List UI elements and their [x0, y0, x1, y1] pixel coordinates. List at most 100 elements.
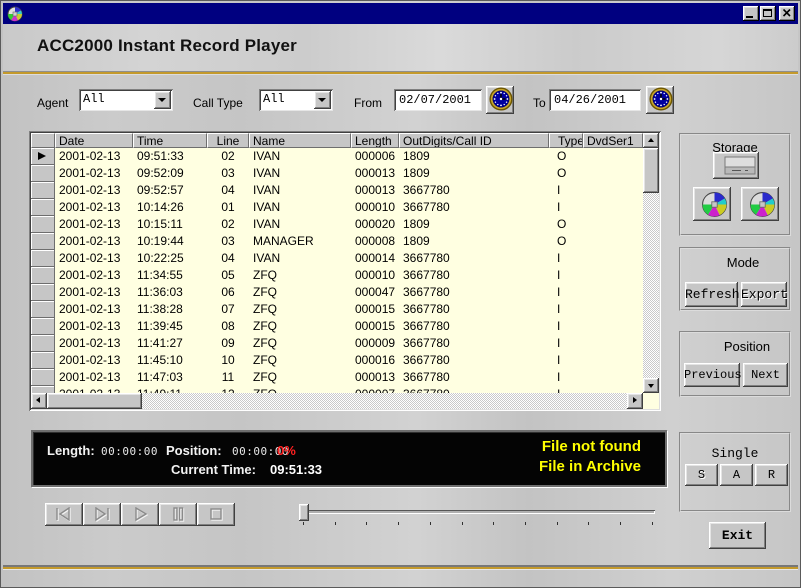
exit-button[interactable]: Exit — [709, 522, 766, 549]
cell: 09:52:57 — [133, 182, 207, 199]
cell: I — [549, 318, 583, 335]
row-selector[interactable] — [31, 386, 55, 393]
table-row[interactable]: 2001-02-1310:15:1102IVAN0000201809O — [31, 216, 643, 233]
table-row[interactable]: 2001-02-1310:19:4403MANAGER0000081809O — [31, 233, 643, 250]
cell — [583, 250, 643, 267]
scroll-down-button[interactable] — [643, 378, 659, 393]
table-row[interactable]: 2001-02-1309:52:5704IVAN0000133667780I — [31, 182, 643, 199]
cell: 09:52:09 — [133, 165, 207, 182]
cd-drive-1-button[interactable] — [693, 187, 731, 221]
table-row[interactable]: 2001-02-1311:41:2709ZFQ0000093667780I — [31, 335, 643, 352]
from-date-field[interactable]: 02/07/2001 — [394, 89, 482, 111]
cell: 06 — [207, 284, 249, 301]
single-s-button[interactable]: S — [685, 464, 718, 486]
table-row[interactable]: 2001-02-1311:34:5505ZFQ0000103667780I — [31, 267, 643, 284]
row-selector[interactable] — [31, 165, 55, 182]
slider-thumb[interactable] — [299, 504, 309, 521]
table-row[interactable]: 2001-02-1310:14:2601IVAN0000103667780I — [31, 199, 643, 216]
scroll-left-button[interactable] — [31, 393, 47, 409]
length-label: Length: — [47, 443, 95, 458]
cell: 000009 — [351, 335, 399, 352]
table-row[interactable]: 2001-02-1309:52:0903IVAN0000131809O — [31, 165, 643, 182]
cell: I — [549, 182, 583, 199]
previous-button[interactable]: Previous — [684, 363, 740, 387]
cell: 04 — [207, 182, 249, 199]
call-type-dropdown-button[interactable] — [314, 91, 331, 109]
row-selector[interactable] — [31, 352, 55, 369]
single-a-button[interactable]: A — [720, 464, 753, 486]
table-row[interactable]: 2001-02-1309:51:3302IVAN0000061809O — [31, 148, 643, 165]
column-header-line[interactable]: Line — [207, 133, 249, 148]
transport-controls — [45, 503, 235, 526]
row-selector[interactable] — [31, 301, 55, 318]
cell: 03 — [207, 165, 249, 182]
table-row[interactable]: 2001-02-1311:38:2807ZFQ0000153667780I — [31, 301, 643, 318]
next-button[interactable]: Next — [743, 363, 788, 387]
cd-drive-2-button[interactable] — [741, 187, 779, 221]
cell: ZFQ — [249, 301, 351, 318]
playback-display: Length: 00:00:00 Position: 00:00:00 0% F… — [31, 430, 667, 487]
scroll-right-button[interactable] — [627, 393, 643, 409]
call-type-dropdown[interactable]: All — [259, 89, 333, 111]
play-button[interactable] — [121, 503, 159, 526]
table-row[interactable]: 2001-02-1311:39:4508ZFQ0000153667780I — [31, 318, 643, 335]
horizontal-scroll-thumb[interactable] — [47, 393, 142, 409]
agent-dropdown[interactable]: All — [79, 89, 173, 111]
row-selector[interactable] — [31, 199, 55, 216]
maximize-button[interactable] — [760, 6, 776, 21]
seek-slider[interactable] — [297, 503, 657, 525]
hard-drive-button[interactable] — [713, 152, 759, 179]
column-header-dvdser1[interactable]: DvdSer1 — [583, 133, 643, 148]
pause-button[interactable] — [159, 503, 197, 526]
row-selector[interactable] — [31, 148, 55, 165]
table-row[interactable]: 2001-02-1310:22:2504IVAN0000143667780I — [31, 250, 643, 267]
row-selector[interactable] — [31, 318, 55, 335]
row-selector[interactable] — [31, 233, 55, 250]
agent-dropdown-button[interactable] — [154, 91, 171, 109]
cell: 2001-02-13 — [55, 165, 133, 182]
column-header-type[interactable]: Type — [549, 133, 583, 148]
cell: I — [549, 250, 583, 267]
single-r-button[interactable]: R — [755, 464, 788, 486]
skip-forward-button[interactable] — [83, 503, 121, 526]
close-button[interactable] — [779, 6, 795, 21]
table-row[interactable]: 2001-02-1311:36:0306ZFQ0000473667780I — [31, 284, 643, 301]
column-header-name[interactable]: Name — [249, 133, 351, 148]
cell: 11:34:55 — [133, 267, 207, 284]
vertical-scrollbar[interactable] — [643, 133, 659, 393]
to-date-picker-button[interactable] — [646, 86, 674, 114]
cell — [583, 267, 643, 284]
from-date-picker-button[interactable] — [486, 86, 514, 114]
cell: ZFQ — [249, 369, 351, 386]
table-row[interactable]: 2001-02-1311:45:1010ZFQ0000163667780I — [31, 352, 643, 369]
row-selector[interactable] — [31, 182, 55, 199]
column-header-time[interactable]: Time — [133, 133, 207, 148]
row-selector[interactable] — [31, 216, 55, 233]
horizontal-scrollbar[interactable] — [31, 393, 643, 409]
cell: 2001-02-13 — [55, 369, 133, 386]
cell: 12 — [207, 386, 249, 393]
to-date-field[interactable]: 04/26/2001 — [549, 89, 641, 111]
column-header-date[interactable]: Date — [55, 133, 133, 148]
scroll-up-button[interactable] — [643, 133, 659, 148]
skip-back-button[interactable] — [45, 503, 83, 526]
stop-button[interactable] — [197, 503, 235, 526]
minimize-button[interactable] — [743, 6, 759, 21]
row-selector[interactable] — [31, 284, 55, 301]
refresh-button[interactable]: Refresh — [685, 282, 738, 307]
table-row[interactable]: 2001-02-1311:49:1112ZFQ0000073667780I — [31, 386, 643, 393]
row-selector[interactable] — [31, 335, 55, 352]
chevron-down-icon — [158, 98, 166, 102]
row-selector[interactable] — [31, 267, 55, 284]
row-selector[interactable] — [31, 250, 55, 267]
column-header-length[interactable]: Length — [351, 133, 399, 148]
vertical-scroll-thumb[interactable] — [643, 148, 659, 193]
export-button[interactable]: Export — [741, 282, 787, 307]
column-header-outdigits-call-id[interactable]: OutDigits/Call ID — [399, 133, 549, 148]
cell: I — [549, 369, 583, 386]
cell: O — [549, 216, 583, 233]
row-selector[interactable] — [31, 369, 55, 386]
table-row[interactable]: 2001-02-1311:47:0311ZFQ0000133667780I — [31, 369, 643, 386]
table-header-row: DateTimeLineNameLengthOutDigits/Call IDT… — [31, 133, 643, 148]
cell: 10 — [207, 352, 249, 369]
